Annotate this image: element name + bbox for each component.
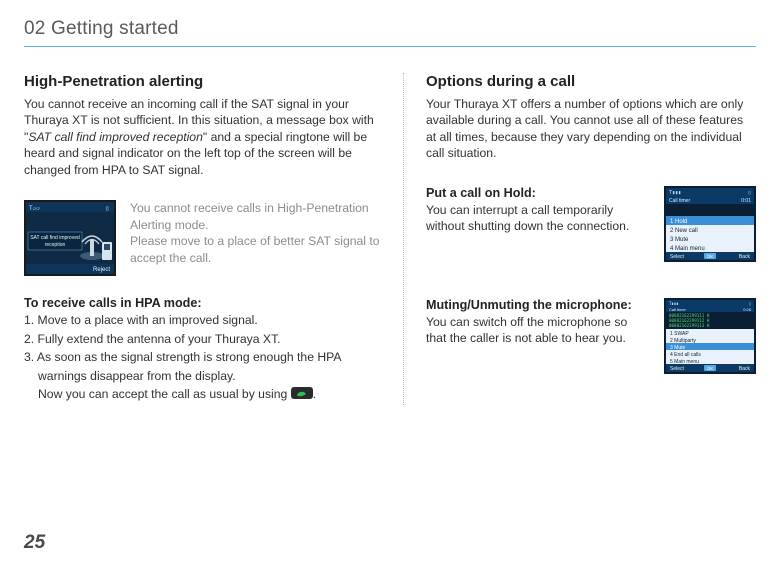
timer-val: 0:28 [743,307,752,312]
p1-italic: SAT call find improved reception [28,130,203,144]
feature-hold: Put a call on Hold: You can interrupt a … [426,186,756,262]
hold-title: Put a call on Hold: [426,186,648,200]
left-column: High-Penetration alerting You cannot rec… [24,73,404,405]
phone-screenshot-hpa: T▱▱ ▯ SAT call find improved reception [24,200,116,276]
hold-body: You can interrupt a call temporarily wit… [426,202,648,235]
mute-text: Muting/Unmuting the microphone: You can … [426,298,648,347]
menu-1: 1 Hold [670,219,687,225]
chapter-title: 02 Getting started [24,18,756,40]
hpa-heading: To receive calls in HPA mode: [24,296,381,310]
step-3a: 3. As soon as the signal strength is str… [24,349,381,365]
status-right: ▯ [748,190,751,196]
num-3: 00882162299113 H [669,323,710,328]
page-number: 25 [24,532,45,554]
timer-val: 0:01 [741,198,751,204]
left-paragraph: You cannot receive an incoming call if t… [24,96,381,178]
columns: High-Penetration alerting You cannot rec… [24,73,756,405]
note-line2: Please move to a place of better SAT sig… [130,234,380,264]
sk-left: Select [670,366,685,372]
menu-3: 3 Mute [670,237,689,243]
step-2: 2. Fully extend the antenna of your Thur… [24,331,381,347]
phone-screenshot-mute: T▮▮▮ ▯ Call timer 0:28 00882162299111 H … [664,298,756,374]
status-right: ▯ [749,301,751,306]
status-right: ▯ [105,205,109,212]
grey-note: You cannot receive calls in High-Penetra… [130,200,381,276]
menu-2: 2 New call [670,228,698,234]
sk-right: Back [739,254,751,260]
right-column: Options during a call Your Thuraya XT of… [404,73,756,405]
hold-text: Put a call on Hold: You can interrupt a … [426,186,648,235]
status-left: T▱▱ [29,205,40,212]
phone-screenshot-hold: T▮▮▮ ▯ Call timer 0:01 1 Hold 2 New call… [664,186,756,262]
sk-mid: OK [707,254,714,259]
step-3b: warnings disappear from the display. [24,368,381,384]
softkey-reject: Reject [93,267,110,273]
step-3c: Now you can accept the call as usual by … [24,386,381,403]
step-1: 1. Move to a place with an improved sign… [24,312,381,328]
msg-line1: SAT call find improved [30,235,80,241]
sk-left: Select [670,254,685,260]
step3c-b: . [313,387,316,401]
feature-mute: Muting/Unmuting the microphone: You can … [426,298,756,374]
status-left: T▮▮▮ [669,301,679,306]
note-line1: You cannot receive calls in High-Penetra… [130,201,369,231]
right-intro: Your Thuraya XT offers a number of optio… [426,96,756,162]
step3c-a: Now you can accept the call as usual by … [38,387,291,401]
sk-right: Back [739,366,751,372]
right-heading: Options during a call [426,73,756,90]
timer-label: Call timer [669,198,690,204]
divider [24,46,756,47]
msg-line2: reception [45,242,66,248]
timer-label: Call timer [669,307,687,312]
status-left: T▮▮▮ [669,190,681,196]
left-heading: High-Penetration alerting [24,73,381,90]
call-key-icon [291,387,313,403]
sk-mid: OK [707,366,714,371]
mute-body: You can switch off the microphone so tha… [426,314,648,347]
menu-4: 4 Main menu [670,246,705,252]
info-row: T▱▱ ▯ SAT call find improved reception [24,200,381,276]
mute-title: Muting/Unmuting the microphone: [426,298,648,312]
